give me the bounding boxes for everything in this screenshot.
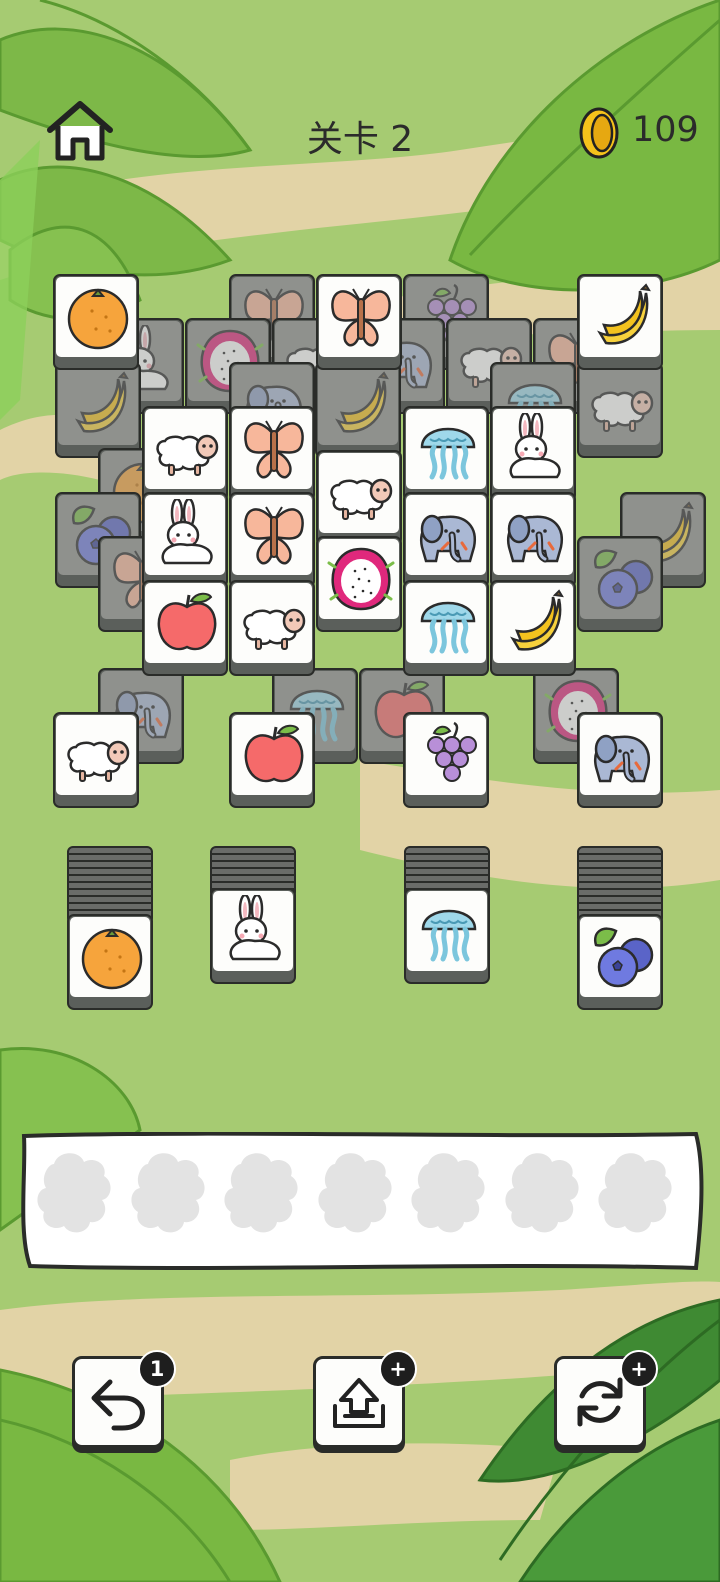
covered-tile-banana xyxy=(315,362,401,458)
shuffle-icon xyxy=(577,1377,623,1427)
stack-tile-jellyfish[interactable] xyxy=(404,888,490,984)
covered-tile-banana xyxy=(55,362,141,458)
elephant-icon xyxy=(593,734,651,783)
tile-apple[interactable] xyxy=(229,712,315,808)
tile-jellyfish[interactable] xyxy=(403,580,489,676)
sheep-icon xyxy=(156,434,219,476)
gold-coin-icon xyxy=(579,107,619,159)
orange-icon xyxy=(81,928,143,990)
tile-rabbit[interactable] xyxy=(490,406,576,502)
tile-elephant[interactable] xyxy=(490,492,576,588)
orange-icon xyxy=(67,288,129,350)
sheep-icon xyxy=(243,608,306,650)
tray-slot xyxy=(317,1150,397,1246)
jellyfish-icon xyxy=(420,427,476,480)
rabbit-icon xyxy=(509,413,561,479)
jellyfish-icon xyxy=(421,909,477,962)
tile-butterfly[interactable] xyxy=(229,492,315,588)
move-out-count-badge: + xyxy=(379,1350,417,1388)
sheep-icon xyxy=(591,390,654,432)
jellyfish-icon xyxy=(420,601,476,654)
tile-orange[interactable] xyxy=(53,274,139,370)
undo-count-badge: 1 xyxy=(138,1350,176,1388)
sheep-icon xyxy=(330,478,393,520)
tray-out-icon xyxy=(333,1378,385,1428)
elephant-icon xyxy=(419,514,477,563)
level-title: 关卡 2 xyxy=(306,119,414,160)
tile-stack-pile xyxy=(577,846,663,924)
tile-elephant[interactable] xyxy=(577,712,663,808)
tray-slot xyxy=(504,1150,584,1246)
tray-slot xyxy=(223,1150,303,1246)
tile-apple[interactable] xyxy=(142,580,228,676)
rabbit-icon xyxy=(161,499,213,565)
tile-jellyfish[interactable] xyxy=(403,406,489,502)
tile-sheep[interactable] xyxy=(53,712,139,808)
banana-icon xyxy=(335,371,389,433)
tile-dragonfruit[interactable] xyxy=(316,536,402,632)
tile-rabbit[interactable] xyxy=(142,492,228,588)
tray-slot xyxy=(410,1150,490,1246)
tile-banana[interactable] xyxy=(490,580,576,676)
elephant-icon xyxy=(506,514,564,563)
butterfly-icon xyxy=(244,506,304,565)
tile-elephant[interactable] xyxy=(403,492,489,588)
tile-butterfly[interactable] xyxy=(316,274,402,370)
sheep-icon xyxy=(67,740,130,782)
shuffle-count-badge: + xyxy=(620,1350,658,1388)
home-icon[interactable] xyxy=(44,96,116,168)
blueberry-icon xyxy=(593,549,654,610)
stack-tile-orange[interactable] xyxy=(67,914,153,1010)
grapes-icon xyxy=(427,721,477,782)
tray-slot xyxy=(597,1150,677,1246)
coin-count: 109 xyxy=(632,110,699,150)
stack-tile-rabbit[interactable] xyxy=(210,888,296,984)
apple-icon xyxy=(244,724,304,783)
apple-icon xyxy=(157,592,217,651)
tile-sheep[interactable] xyxy=(142,406,228,502)
tile-grapes[interactable] xyxy=(403,712,489,808)
tile-sheep[interactable] xyxy=(229,580,315,676)
banana-icon xyxy=(510,589,564,651)
dragonfruit-icon xyxy=(327,547,395,611)
rabbit-icon xyxy=(229,895,281,961)
tile-sheep[interactable] xyxy=(316,450,402,546)
blueberry-icon xyxy=(593,927,654,988)
undo-icon xyxy=(91,1379,145,1431)
game-screen: 关卡 2 109 1 + + xyxy=(0,0,720,1582)
butterfly-icon xyxy=(244,420,304,479)
tray-slot xyxy=(36,1150,116,1246)
covered-tile-sheep xyxy=(577,362,663,458)
tile-stack-pile xyxy=(67,846,153,924)
covered-tile-blueberry xyxy=(577,536,663,632)
banana-icon xyxy=(75,371,129,433)
tray-slot xyxy=(130,1150,210,1246)
banana-icon xyxy=(597,283,651,345)
tile-butterfly[interactable] xyxy=(229,406,315,502)
butterfly-icon xyxy=(331,288,391,347)
stack-tile-blueberry[interactable] xyxy=(577,914,663,1010)
tile-banana[interactable] xyxy=(577,274,663,370)
